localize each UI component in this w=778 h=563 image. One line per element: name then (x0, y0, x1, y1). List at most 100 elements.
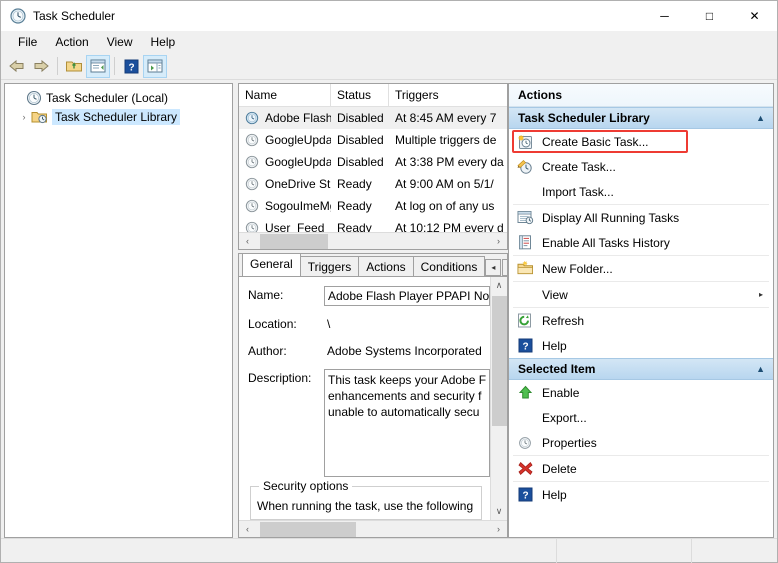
menu-action[interactable]: Action (46, 33, 97, 51)
actions-section-selected-item[interactable]: Selected Item ▲ (509, 358, 773, 380)
task-status: Disabled (337, 155, 384, 169)
console-tree-pane: Task Scheduler (Local) › Task Scheduler … (4, 83, 233, 538)
action-create-basic-task[interactable]: Create Basic Task... (509, 129, 773, 154)
tab-triggers[interactable]: Triggers (299, 256, 360, 276)
tree-item-label: Task Scheduler Library (52, 108, 181, 125)
actions-pane-title: Actions (509, 84, 773, 107)
action-new-folder[interactable]: New Folder... (509, 256, 773, 281)
action-export[interactable]: Export... (509, 405, 773, 430)
table-row[interactable]: SogouImeMgr Ready At log on of any us (239, 195, 507, 217)
svg-text:?: ? (128, 62, 134, 73)
action-properties[interactable]: Properties (509, 430, 773, 455)
tab-general[interactable]: General (242, 254, 301, 276)
tab-scroll-prev-icon[interactable]: ◂ (485, 259, 502, 276)
task-status: Ready (337, 199, 372, 213)
maximize-button[interactable]: □ (687, 1, 732, 31)
back-button[interactable] (5, 55, 29, 78)
table-row[interactable]: GoogleUpda... Disabled At 3:38 PM every … (239, 151, 507, 173)
toolbar: ? (1, 53, 777, 80)
action-label: Export... (542, 410, 587, 425)
scroll-up-icon[interactable]: ∧ (492, 277, 507, 294)
scroll-left-icon[interactable]: ‹ (239, 522, 256, 537)
green-up-arrow-icon (515, 385, 535, 401)
action-create-task[interactable]: Create Task... (509, 154, 773, 179)
minimize-button[interactable]: ─ (642, 1, 687, 31)
hscroll-thumb[interactable] (260, 521, 356, 537)
action-refresh[interactable]: Refresh (509, 308, 773, 333)
tab-conditions[interactable]: Conditions (412, 256, 486, 276)
field-description-row: Description: This task keeps your Adobe … (248, 369, 490, 477)
running-tasks-icon (515, 210, 535, 226)
name-field[interactable]: Adobe Flash Player PPAPI Not (324, 286, 490, 306)
task-status: Ready (337, 177, 372, 191)
action-label: Help (542, 338, 567, 353)
task-name: OneDrive St... (265, 177, 331, 191)
close-button[interactable]: ✕ (732, 1, 777, 31)
menu-file[interactable]: File (9, 33, 46, 51)
scroll-down-icon[interactable]: ∨ (492, 503, 507, 520)
action-enable-all-tasks-history[interactable]: Enable All Tasks History (509, 230, 773, 255)
title-bar: Task Scheduler ─ □ ✕ (1, 1, 777, 31)
chevron-up-icon[interactable]: ▲ (756, 113, 765, 123)
tree-item-task-scheduler-library[interactable]: › Task Scheduler Library (7, 107, 232, 126)
column-header-name[interactable]: Name (239, 84, 331, 106)
menu-view[interactable]: View (98, 33, 142, 51)
security-options-line: When running the task, use the following… (257, 499, 475, 513)
action-label: Display All Running Tasks (542, 210, 680, 225)
task-clock-icon (245, 199, 262, 213)
table-row[interactable]: GoogleUpda... Disabled Multiple triggers… (239, 129, 507, 151)
vscroll-track[interactable] (491, 294, 507, 503)
actions-pane: Actions Task Scheduler Library ▲ Create … (508, 83, 774, 538)
hscroll-track[interactable] (256, 233, 490, 249)
console-tree-icon[interactable] (86, 54, 110, 78)
tab-actions[interactable]: Actions (358, 256, 414, 276)
folder-up-icon[interactable] (62, 55, 86, 78)
actions-section-task-scheduler-library[interactable]: Task Scheduler Library ▲ (509, 107, 773, 129)
menu-help[interactable]: Help (142, 33, 185, 51)
security-options-group: Security options When running the task, … (250, 479, 482, 520)
forward-button[interactable] (29, 55, 53, 78)
detail-vscrollbar[interactable]: ∧ ∨ (490, 277, 507, 520)
column-header-triggers[interactable]: Triggers (389, 84, 507, 106)
action-label: View (542, 287, 568, 302)
table-row[interactable]: User_Feed_S... Ready At 10:12 PM every d (239, 217, 507, 232)
hscroll-track[interactable] (256, 521, 490, 537)
submenu-arrow-icon: ▸ (758, 290, 763, 299)
action-enable[interactable]: Enable (509, 380, 773, 405)
action-label: Create Task... (542, 159, 616, 174)
tasks-history-icon (515, 235, 535, 251)
action-help[interactable]: ? Help (509, 333, 773, 358)
action-view[interactable]: View ▸ (509, 282, 773, 307)
task-list-rows: Adobe Flash... Disabled At 8:45 AM every… (239, 107, 507, 232)
scroll-right-icon[interactable]: › (490, 522, 507, 537)
action-help-selected[interactable]: ? Help (509, 482, 773, 507)
action-display-all-running-tasks[interactable]: Display All Running Tasks (509, 205, 773, 230)
red-x-icon (515, 461, 535, 477)
no-icon-placeholder (515, 410, 535, 426)
vscroll-thumb[interactable] (491, 296, 507, 426)
description-field[interactable]: This task keeps your Adobe F enhancement… (324, 369, 490, 477)
task-list-hscrollbar[interactable]: ‹ › (239, 232, 507, 249)
detail-hscrollbar[interactable]: ‹ › (239, 520, 507, 537)
task-list: Name Status Triggers Adobe Flas Disabled… (238, 83, 508, 250)
tree-item-task-scheduler-local[interactable]: Task Scheduler (Local) (7, 88, 232, 107)
action-delete[interactable]: Delete (509, 456, 773, 481)
task-scheduler-window: Task Scheduler ─ □ ✕ File Action View He… (0, 0, 778, 563)
help-question-icon[interactable]: ? (119, 55, 143, 78)
table-row[interactable]: Adobe Flash... Disabled At 8:45 AM every… (239, 107, 507, 129)
table-row[interactable]: OneDrive St... Ready At 9:00 AM on 5/1/ (239, 173, 507, 195)
svg-text:?: ? (522, 342, 528, 353)
refresh-icon (515, 313, 535, 329)
column-header-status[interactable]: Status (331, 84, 389, 106)
clock-icon (25, 90, 42, 106)
hscroll-thumb[interactable] (260, 233, 328, 249)
author-value: Adobe Systems Incorporated (327, 344, 482, 358)
action-pane-icon[interactable] (143, 54, 167, 78)
action-import-task[interactable]: Import Task... (509, 179, 773, 204)
scroll-left-icon[interactable]: ‹ (239, 234, 256, 249)
clock-icon (515, 435, 535, 451)
scroll-right-icon[interactable]: › (490, 234, 507, 249)
chevron-up-icon[interactable]: ▲ (756, 364, 765, 374)
chevron-right-icon[interactable]: › (17, 112, 31, 122)
action-label: Enable (542, 385, 580, 400)
